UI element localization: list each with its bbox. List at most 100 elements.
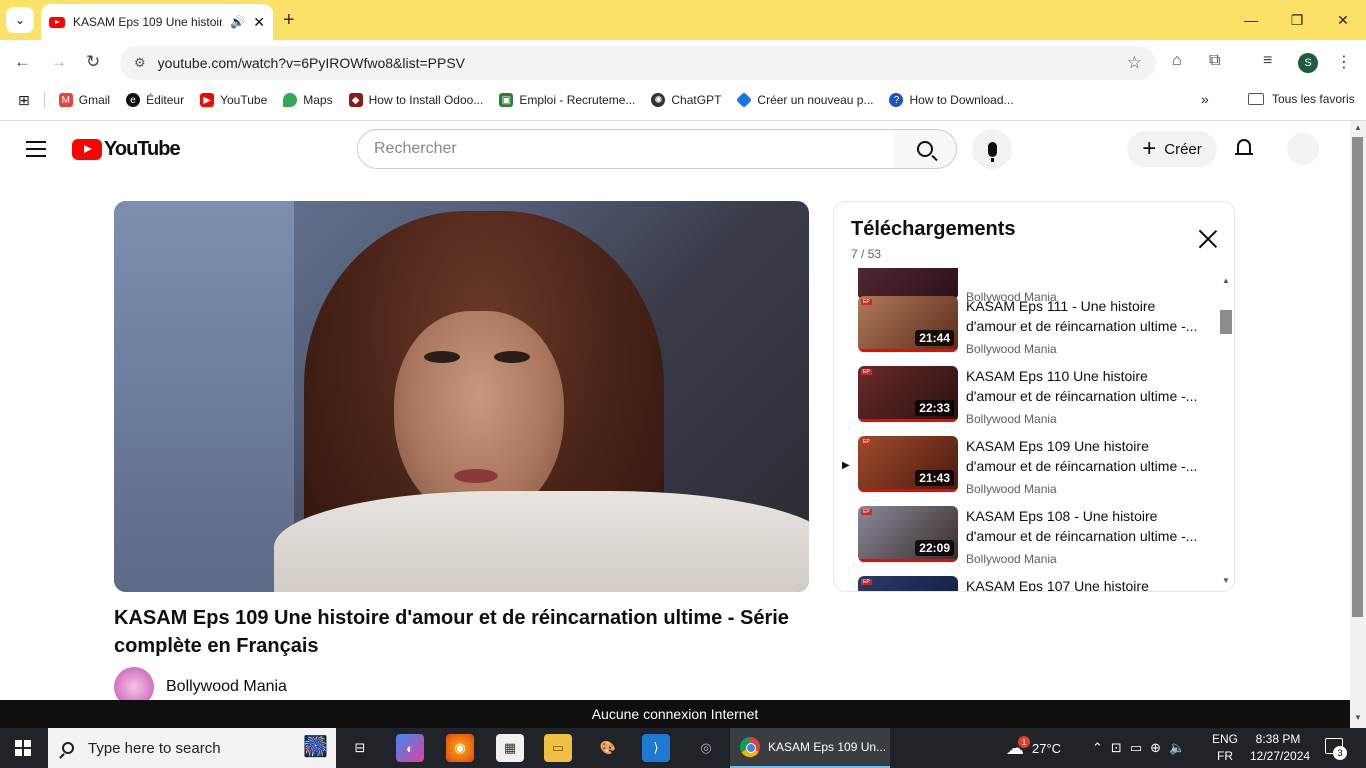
create-button[interactable]: + Créer: [1127, 131, 1217, 167]
browser-tab-active[interactable]: KASAM Eps 109 Une histoire d'amour 🔊 ✕: [41, 4, 273, 40]
puzzle-extensions-icon[interactable]: ⧉: [1209, 52, 1220, 70]
file-explorer-icon[interactable]: ▭: [544, 734, 572, 762]
browser-toolbar: ← → ↻ ⚙ youtube.com/watch?v=6PyIROWfwo8&…: [0, 40, 1366, 86]
vscode-icon[interactable]: ⟩: [642, 734, 670, 762]
video-channel: Bollywood Mania: [966, 482, 1057, 496]
maps-icon: [283, 93, 298, 107]
taskbar-search-input[interactable]: Type here to search 🎆: [48, 728, 336, 768]
video-player[interactable]: [114, 201, 809, 592]
page-scrollbar[interactable]: ▲ ▼: [1350, 121, 1366, 729]
youtube-logo[interactable]: YouTube: [72, 138, 181, 161]
video-thumbnail: EP: [858, 576, 958, 591]
video-title-line: d'amour et de réincarnation ultime -...: [966, 318, 1198, 334]
all-bookmarks-button[interactable]: Tous les favoris: [1248, 92, 1355, 106]
video-title-line: KASAM Eps 111 - Une histoire: [966, 298, 1156, 314]
episode-tag: EP: [861, 579, 872, 585]
voice-search-button[interactable]: [972, 129, 1012, 169]
playlist-item[interactable]: EP 21:44 KASAM Eps 111 - Une histoire d'a…: [834, 296, 1222, 366]
chatgpt-icon: ✺: [651, 93, 666, 107]
more-bookmarks-icon[interactable]: »: [1201, 91, 1209, 107]
task-view-icon[interactable]: ⊟: [346, 734, 374, 762]
network-adapter-icon[interactable]: ⊡: [1111, 740, 1122, 756]
weather-widget[interactable]: ☁ 27°C: [1006, 728, 1061, 768]
restore-button[interactable]: ❐: [1274, 0, 1320, 40]
extension-icon[interactable]: ⌂: [1172, 52, 1182, 70]
close-tab-icon[interactable]: ✕: [253, 14, 265, 31]
video-duration: 21:43: [915, 470, 954, 486]
scroll-up-arrow-icon[interactable]: ▲: [1222, 276, 1230, 285]
video-title-line: d'amour et de réincarnation ultime -...: [966, 388, 1198, 404]
episode-tag: EP: [861, 439, 872, 445]
playlist-item[interactable]: EP 22:33 KASAM Eps 110 Une histoire d'amo…: [834, 366, 1222, 436]
menu-kebab-icon[interactable]: ⋮: [1336, 52, 1352, 72]
bookmark-youtube[interactable]: ▶ YouTube: [200, 93, 267, 107]
scrollbar-thumb[interactable]: [1352, 137, 1363, 617]
video-title-line: d'amour et de réincarnation ultime -...: [966, 528, 1198, 544]
hamburger-menu-icon[interactable]: [26, 141, 46, 162]
forward-button[interactable]: →: [50, 52, 67, 72]
media-control-icon[interactable]: ≡: [1263, 52, 1272, 70]
video-thumbnail: EP 21:43: [858, 436, 958, 492]
paint-icon[interactable]: 🎨: [594, 734, 622, 762]
minimize-button[interactable]: —: [1228, 0, 1274, 40]
chrome-icon: [740, 737, 760, 757]
speaker-icon[interactable]: 🔊: [230, 15, 245, 29]
chevron-up-icon[interactable]: ⌃: [1092, 740, 1103, 756]
address-bar[interactable]: ⚙ youtube.com/watch?v=6PyIROWfwo8&list=P…: [120, 46, 1156, 80]
close-window-button[interactable]: ✕: [1320, 0, 1366, 40]
tab-title: KASAM Eps 109 Une histoire d'amour: [73, 15, 223, 29]
account-avatar[interactable]: [1287, 133, 1319, 165]
bookmark-maps[interactable]: Maps: [283, 93, 333, 107]
language-indicator[interactable]: ENG FR: [1212, 731, 1238, 765]
video-thumbnail: EP 22:33: [858, 366, 958, 422]
channel-name[interactable]: Bollywood Mania: [166, 678, 287, 696]
playlist-item[interactable]: EP 22:09 KASAM Eps 108 - Une histoire d'a…: [834, 506, 1222, 576]
scroll-down-arrow-icon[interactable]: ▼: [1222, 576, 1230, 585]
playlist-item-current[interactable]: ▶ EP 21:43 KASAM Eps 109 Une histoire d'a…: [834, 436, 1222, 506]
globe-network-icon[interactable]: ⊕: [1150, 740, 1161, 756]
scroll-down-arrow-icon[interactable]: ▼: [1354, 713, 1362, 722]
bookmark-editeur[interactable]: e Éditeur: [126, 93, 184, 107]
scrollbar-thumb[interactable]: [1220, 310, 1232, 334]
playlist-item[interactable]: EP KASAM Eps 107 Une histoire: [834, 576, 1222, 591]
copilot-icon[interactable]: ◐: [396, 734, 424, 762]
playlist-title: Téléchargements: [851, 218, 1016, 240]
create-icon: [736, 92, 753, 108]
playlist-position: 7 / 53: [851, 247, 882, 261]
apps-grid-icon[interactable]: ⊞: [18, 92, 30, 109]
offline-banner: Aucune connexion Internet: [0, 700, 1350, 728]
site-info-icon[interactable]: ⚙: [134, 55, 146, 71]
reload-button[interactable]: ↻: [86, 52, 100, 72]
bookmark-gmail[interactable]: M Gmail: [58, 93, 110, 107]
video-title-line: KASAM Eps 108 - Une histoire: [966, 508, 1158, 524]
bookmarks-bar: ⊞ M Gmail e Éditeur ▶ YouTube Maps ◆ How to …: [0, 86, 1366, 114]
bookmark-download[interactable]: ? How to Download...: [889, 93, 1014, 107]
search-input[interactable]: Rechercher: [357, 129, 894, 169]
taskbar-chrome-window[interactable]: KASAM Eps 109 Un...: [730, 728, 890, 768]
battery-icon[interactable]: ▭: [1130, 740, 1142, 756]
notifications-bell-icon[interactable]: [1235, 139, 1253, 157]
back-button[interactable]: ←: [14, 52, 31, 72]
playlist-scrollbar[interactable]: ▲ ▼: [1220, 272, 1232, 590]
video-channel: Bollywood Mania: [966, 342, 1057, 356]
windows-start-icon[interactable]: [15, 740, 31, 756]
bookmark-chatgpt[interactable]: ✺ ChatGPT: [651, 93, 721, 107]
media-app-icon[interactable]: ◎: [692, 734, 720, 762]
bookmark-star-icon[interactable]: ☆: [1127, 53, 1142, 73]
bookmark-emploi[interactable]: ▣ Emploi - Recruteme...: [499, 93, 635, 107]
profile-avatar[interactable]: S: [1298, 53, 1318, 73]
calendar-app-icon[interactable]: ▦: [496, 734, 524, 762]
scroll-up-arrow-icon[interactable]: ▲: [1354, 123, 1362, 132]
search-button[interactable]: [893, 129, 957, 169]
close-playlist-icon[interactable]: [1198, 228, 1218, 248]
bookmark-odoo[interactable]: ◆ How to Install Odoo...: [348, 93, 483, 107]
windows-taskbar: Type here to search 🎆 ⊟ ◐ ◉ ▦ ▭ 🎨 ⟩ ◎ KA…: [0, 728, 1366, 768]
volume-icon[interactable]: 🔈: [1169, 740, 1185, 756]
new-tab-button[interactable]: +: [283, 9, 295, 32]
tab-search-button[interactable]: ⌄: [6, 7, 34, 33]
system-clock[interactable]: 8:38 PM 12/27/2024: [1250, 731, 1310, 765]
firefox-icon[interactable]: ◉: [446, 734, 474, 762]
bookmark-creer[interactable]: Créer un nouveau p...: [736, 92, 873, 108]
bookmarks-separator: [43, 92, 45, 108]
plus-icon: +: [1142, 135, 1157, 162]
